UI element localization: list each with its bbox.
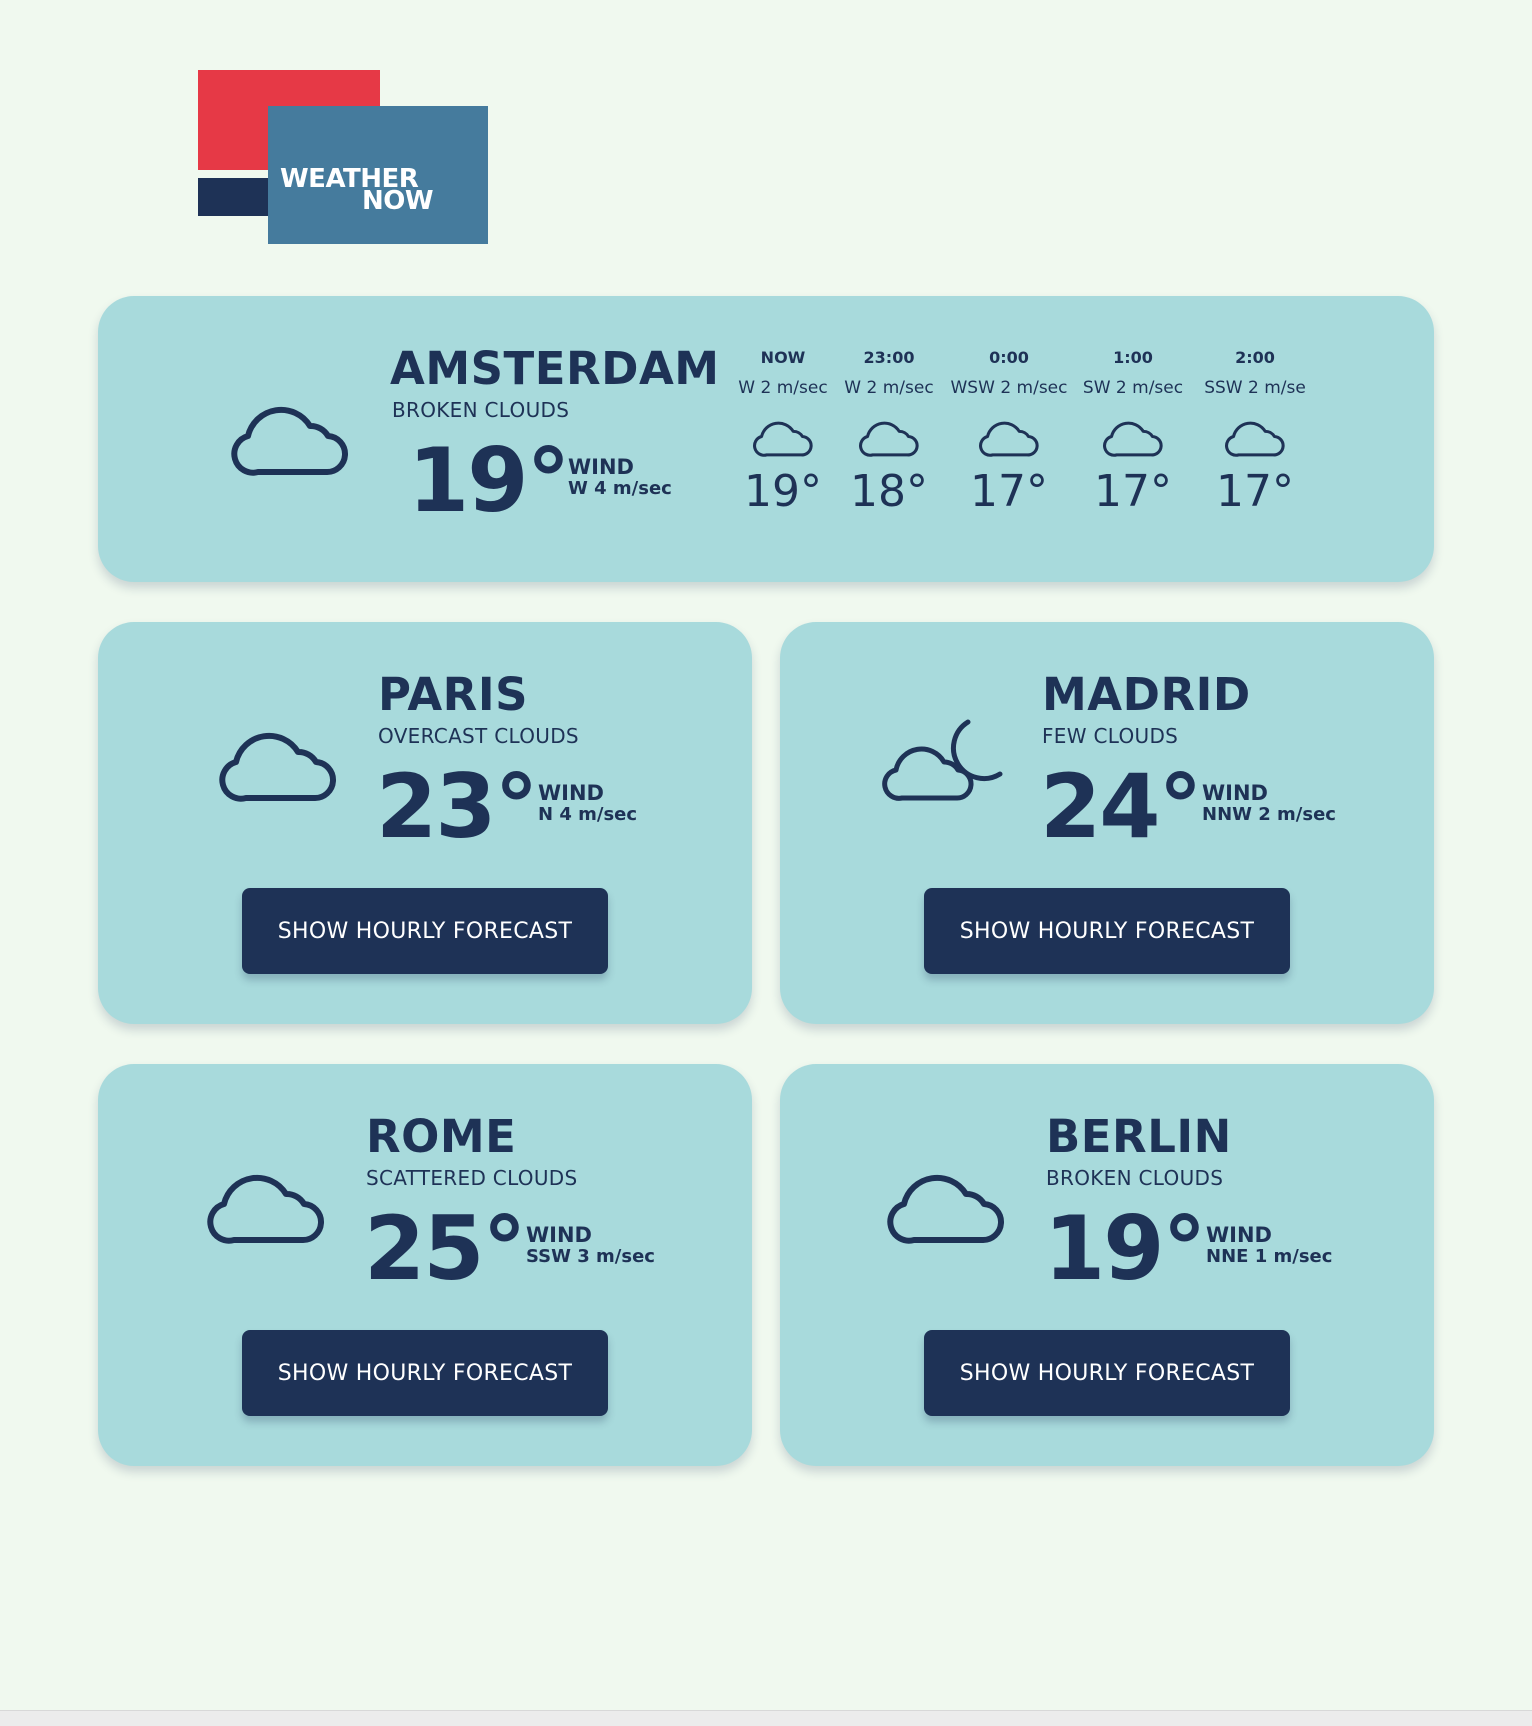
hourly-item: NOW W 2 m/sec 19° [723,348,843,516]
wind-label: WIND [568,455,634,479]
page: WEATHER NOW AMSTERDAM BROKEN CLOUDS 19° … [0,0,1532,1726]
hour-time: 2:00 [1235,348,1275,367]
wind-value: W 4 m/sec [568,478,672,499]
wind-label: WIND [1206,1223,1272,1247]
bottom-border [0,1710,1532,1726]
wind-info: WIND NNW 2 m/sec [1202,782,1336,826]
city-name: PARIS [378,668,528,721]
wind-value: NNW 2 m/sec [1202,804,1336,825]
cloud-icon [884,1160,1008,1250]
hour-time: NOW [760,348,806,367]
hour-time: 0:00 [989,348,1029,367]
weather-description: OVERCAST CLOUDS [378,724,579,748]
hour-temp: 17° [1094,466,1172,517]
hourly-item: 1:00 SW 2 m/sec 17° [1073,348,1193,516]
hour-wind: WSW 2 m/sec [950,378,1068,398]
city-name: MADRID [1042,668,1251,721]
show-hourly-forecast-button[interactable]: SHOW HOURLY FORECAST [924,1330,1290,1416]
cloud-icon [1101,414,1165,460]
cloud-icon [228,392,352,482]
hour-time: 23:00 [863,348,915,367]
city-name: AMSTERDAM [390,342,720,395]
show-hourly-forecast-button[interactable]: SHOW HOURLY FORECAST [924,888,1290,974]
wind-label: WIND [1202,781,1268,805]
weather-now-logo[interactable]: WEATHER NOW [198,70,488,244]
cloud-icon [1223,414,1287,460]
hour-wind: W 2 m/sec [844,378,934,398]
wind-value: N 4 m/sec [538,804,638,825]
temperature: 19° [408,429,570,532]
hourly-item: 2:00 SSW 2 m/se 17° [1195,348,1315,516]
wind-value: SSW 3 m/sec [526,1246,655,1267]
wind-info: WIND N 4 m/sec [538,782,637,826]
show-hourly-forecast-button[interactable]: SHOW HOURLY FORECAST [242,1330,608,1416]
hour-wind: SSW 2 m/se [1204,378,1306,398]
city-card-berlin: BERLIN BROKEN CLOUDS 19° WIND NNE 1 m/se… [780,1064,1434,1466]
hourly-item: 23:00 W 2 m/sec 18° [829,348,949,516]
hour-temp: 19° [744,466,822,517]
cloud-icon [977,414,1041,460]
wind-info: WIND W 4 m/sec [568,456,672,500]
show-hourly-forecast-button[interactable]: SHOW HOURLY FORECAST [242,888,608,974]
hour-time: 1:00 [1113,348,1153,367]
temperature: 25° [364,1197,526,1300]
city-name: ROME [366,1110,517,1163]
cloud-icon [857,414,921,460]
wind-info: WIND NNE 1 m/sec [1206,1224,1332,1268]
city-card-madrid: MADRID FEW CLOUDS 24° WIND NNW 2 m/sec S… [780,622,1434,1024]
wind-info: WIND SSW 3 m/sec [526,1224,655,1268]
cloud-moon-icon [880,718,1004,808]
hour-temp: 17° [1216,466,1294,517]
temperature: 19° [1044,1197,1206,1300]
hour-temp: 17° [970,466,1048,517]
temperature: 24° [1040,755,1202,858]
cloud-icon [216,718,340,808]
city-card-amsterdam: AMSTERDAM BROKEN CLOUDS 19° WIND W 4 m/s… [98,296,1434,582]
hourly-item: 0:00 WSW 2 m/sec 17° [949,348,1069,516]
hour-wind: SW 2 m/sec [1082,378,1184,398]
wind-label: WIND [538,781,604,805]
weather-description: BROKEN CLOUDS [392,398,570,422]
wind-value: NNE 1 m/sec [1206,1246,1333,1267]
hour-temp: 18° [850,466,928,517]
weather-description: BROKEN CLOUDS [1046,1166,1224,1190]
city-card-rome: ROME SCATTERED CLOUDS 25° WIND SSW 3 m/s… [98,1064,752,1466]
cloud-icon [204,1160,328,1250]
wind-label: WIND [526,1223,592,1247]
temperature: 23° [376,755,538,858]
logo-text: WEATHER NOW [280,166,460,214]
hour-wind: W 2 m/sec [738,378,828,398]
cloud-icon [751,414,815,460]
city-card-paris: PARIS OVERCAST CLOUDS 23° WIND N 4 m/sec… [98,622,752,1024]
weather-description: SCATTERED CLOUDS [366,1166,578,1190]
weather-description: FEW CLOUDS [1042,724,1179,748]
city-name: BERLIN [1046,1110,1232,1163]
